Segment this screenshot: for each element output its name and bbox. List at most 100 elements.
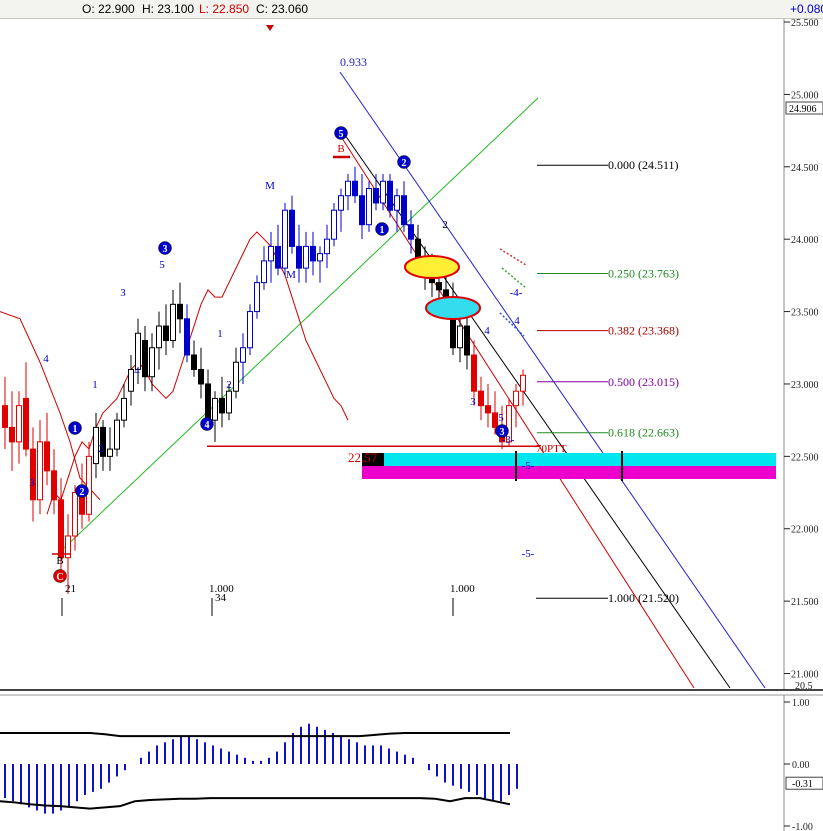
- time-label-top: 1.000: [450, 583, 475, 595]
- candle-body: [366, 188, 372, 226]
- candle: [296, 224, 302, 283]
- candle-body: [44, 441, 50, 472]
- osc-tick-label: 1.00: [792, 698, 810, 709]
- candle-body: [324, 238, 330, 255]
- candle: [149, 333, 155, 392]
- price-tick-label: 23.000: [791, 380, 819, 391]
- candle-body: [275, 245, 281, 269]
- candle: [44, 412, 50, 486]
- wave-circle-label: 5: [339, 129, 344, 140]
- fib-level-label: 0.500 (23.015): [608, 375, 679, 389]
- wave-label: 3: [120, 287, 126, 299]
- price-tick-label: 21.000: [791, 670, 819, 681]
- fib-level-label: 0.250 (23.763): [608, 266, 679, 280]
- candle-body: [51, 470, 57, 501]
- candle-body: [464, 325, 470, 356]
- candle: [184, 304, 190, 363]
- price-tick-label: 22.000: [791, 525, 819, 536]
- candle: [37, 420, 43, 515]
- price-tick-label: 23.500: [791, 308, 819, 319]
- wave-label: -5-: [522, 460, 535, 472]
- projection-mark-red: [499, 248, 527, 266]
- wave-circle-label: 4: [205, 420, 210, 431]
- candle: [478, 376, 484, 421]
- time-label-bottom: 21: [65, 583, 76, 595]
- candle: [261, 246, 267, 290]
- candle-body: [457, 325, 463, 349]
- candle: [16, 391, 22, 464]
- wave-label: 2: [98, 443, 104, 455]
- wave-label: 4: [484, 325, 490, 337]
- candle-body: [520, 374, 526, 392]
- candle-body: [198, 368, 204, 385]
- wave-label: 2: [226, 379, 232, 391]
- candle-body: [212, 397, 218, 421]
- candle: [338, 188, 344, 232]
- wave-label: 3: [470, 396, 476, 408]
- candle: [464, 311, 470, 370]
- osc-tick-label: -1.00: [792, 822, 813, 831]
- candle-body: [219, 397, 225, 414]
- candle: [2, 376, 8, 450]
- candle: [485, 383, 491, 428]
- candle-body: [37, 441, 43, 501]
- candle: [268, 231, 274, 283]
- candle: [401, 181, 407, 232]
- candle-body: [289, 209, 295, 247]
- current-price-label: 24.906: [789, 104, 817, 115]
- candle: [394, 188, 400, 232]
- candle-body: [149, 347, 155, 378]
- wave-label: 2: [442, 219, 448, 231]
- candle: [156, 311, 162, 370]
- candle-body: [72, 492, 78, 537]
- wave-circle-label: 1: [73, 424, 78, 435]
- low-value: L: 22.850: [199, 2, 250, 16]
- candle: [170, 289, 176, 348]
- price-envelope-line: [0, 311, 101, 501]
- candle: [359, 174, 365, 240]
- zone-bar-cyan: [362, 453, 776, 466]
- candle-body: [492, 412, 498, 428]
- candle: [317, 246, 323, 283]
- candle: [282, 202, 288, 276]
- candle-body: [23, 397, 29, 450]
- fib-level-label: 0.382 (23.368): [608, 324, 679, 338]
- candle-body: [156, 325, 162, 349]
- support-line-label: 22.57: [348, 450, 378, 465]
- candle-body: [9, 426, 15, 443]
- candle: [51, 449, 57, 515]
- target-label: 70PTT: [536, 443, 567, 455]
- candle: [177, 282, 183, 334]
- candle: [345, 174, 351, 211]
- candle-body: [240, 347, 246, 363]
- candle-body: [408, 224, 414, 240]
- candle: [191, 340, 197, 377]
- candle-body: [380, 180, 386, 204]
- price-tick-label: 25.000: [791, 90, 819, 101]
- wave-label: B: [337, 143, 344, 155]
- candle-body: [352, 180, 358, 197]
- candle-body: [436, 282, 442, 291]
- oscillator-signal-upper: [0, 732, 510, 738]
- candle: [352, 166, 358, 203]
- fib-level-label: 0.000 (24.511): [608, 158, 679, 172]
- candle: [303, 231, 309, 283]
- candle: [86, 441, 92, 522]
- candle-body: [485, 405, 491, 414]
- price-tick-label: 20.5: [795, 681, 813, 692]
- candle-body: [373, 188, 379, 204]
- candle-body: [30, 448, 36, 501]
- candle: [513, 383, 519, 428]
- candle-body: [86, 455, 92, 515]
- candle-body: [317, 253, 323, 262]
- price-tick-label: 21.500: [791, 597, 819, 608]
- wave-label: -3-: [502, 434, 515, 446]
- wave-circle-label: 3: [163, 244, 168, 255]
- fib-level-label: 1.000 (21.520): [608, 591, 679, 605]
- wave-label: 4: [514, 315, 520, 327]
- price-tick-label: 25.500: [791, 18, 819, 29]
- wave-label: 1: [92, 379, 98, 391]
- bar-marker-triangle: [266, 25, 274, 31]
- candle: [233, 347, 239, 399]
- wave-circle-label: C: [56, 572, 63, 583]
